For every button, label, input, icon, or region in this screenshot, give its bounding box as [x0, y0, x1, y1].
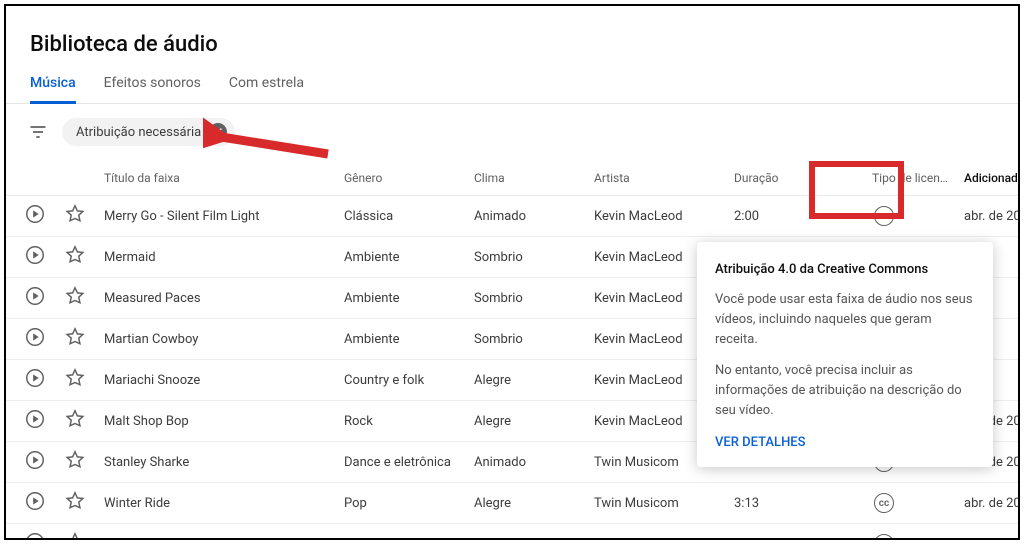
tooltip-details-link[interactable]: VER DETALHES	[715, 433, 975, 453]
tooltip-paragraph-2: No entanto, você precisa incluir as info…	[715, 361, 975, 421]
star-button[interactable]	[64, 408, 104, 434]
play-button[interactable]	[24, 326, 64, 352]
star-icon	[64, 449, 86, 471]
cell-mood: Alegre	[474, 414, 594, 429]
page-title: Biblioteca de áudio	[6, 6, 1018, 75]
cell-title: Merry Go - Silent Film Light	[104, 209, 344, 224]
col-mood[interactable]: Clima	[474, 171, 594, 185]
play-icon	[24, 408, 46, 430]
tabs-bar: Música Efeitos sonoros Com estrela	[6, 75, 1018, 104]
tab-starred[interactable]: Com estrela	[229, 75, 304, 103]
star-button[interactable]	[64, 490, 104, 516]
play-button[interactable]	[24, 490, 64, 516]
table-row: Night at the Dance HallPopAlegreTwin Mus…	[6, 524, 1018, 540]
star-icon	[64, 531, 86, 540]
play-icon	[24, 285, 46, 307]
cell-artist: Kevin MacLeod	[594, 209, 734, 224]
play-button[interactable]	[24, 408, 64, 434]
star-icon	[64, 490, 86, 512]
col-artist[interactable]: Artista	[594, 171, 734, 185]
cell-title: Martian Cowboy	[104, 332, 344, 347]
cell-genre: Ambiente	[344, 332, 474, 347]
cell-title: Stanley Sharke	[104, 455, 344, 470]
tooltip-paragraph-1: Você pode usar esta faixa de áudio nos s…	[715, 290, 975, 350]
star-icon	[64, 367, 86, 389]
cell-license[interactable]: cc	[854, 534, 964, 540]
cell-mood: Sombrio	[474, 250, 594, 265]
star-icon	[64, 326, 86, 348]
play-button[interactable]	[24, 244, 64, 270]
cell-genre: Ambiente	[344, 291, 474, 306]
cell-artist: Twin Musicom	[594, 496, 734, 511]
star-icon	[64, 408, 86, 430]
cell-genre: Rock	[344, 414, 474, 429]
cell-mood: Sombrio	[474, 332, 594, 347]
tooltip-title: Atribuição 4.0 da Creative Commons	[715, 260, 975, 280]
star-icon	[64, 244, 86, 266]
cell-duration: 2:50	[734, 537, 854, 541]
cell-genre: Clássica	[344, 209, 474, 224]
cell-genre: Dance e eletrônica	[344, 455, 474, 470]
cell-duration: 3:13	[734, 496, 854, 511]
play-icon	[24, 326, 46, 348]
tab-music[interactable]: Música	[30, 75, 76, 103]
cell-title: Mermaid	[104, 250, 344, 265]
cell-mood: Alegre	[474, 537, 594, 541]
star-button[interactable]	[64, 449, 104, 475]
col-added[interactable]: Adicionada	[964, 171, 1020, 185]
license-tooltip: Atribuição 4.0 da Creative Commons Você …	[697, 242, 993, 467]
cell-title: Night at the Dance Hall	[104, 537, 344, 541]
tab-sfx[interactable]: Efeitos sonoros	[104, 75, 201, 103]
cell-genre: Ambiente	[344, 250, 474, 265]
cell-title: Winter Ride	[104, 496, 344, 511]
cell-title: Malt Shop Bop	[104, 414, 344, 429]
star-button[interactable]	[64, 531, 104, 540]
filter-bar: Atribuição necessária	[6, 104, 1018, 160]
play-icon	[24, 244, 46, 266]
cell-mood: Animado	[474, 209, 594, 224]
star-icon	[64, 285, 86, 307]
play-button[interactable]	[24, 367, 64, 393]
cc-icon: cc	[874, 534, 894, 540]
cell-artist: Twin Musicom	[594, 537, 734, 541]
play-button[interactable]	[24, 285, 64, 311]
cc-icon: cc	[874, 493, 894, 513]
cell-mood: Sombrio	[474, 291, 594, 306]
cell-title: Measured Paces	[104, 291, 344, 306]
star-button[interactable]	[64, 285, 104, 311]
play-icon	[24, 367, 46, 389]
play-button[interactable]	[24, 449, 64, 475]
filter-icon[interactable]	[28, 122, 48, 142]
col-title[interactable]: Título da faixa	[104, 171, 344, 185]
cell-mood: Alegre	[474, 373, 594, 388]
col-added-label: Adicionada	[964, 171, 1020, 185]
cell-genre: Pop	[344, 496, 474, 511]
play-icon	[24, 449, 46, 471]
play-button[interactable]	[24, 531, 64, 540]
play-button[interactable]	[24, 203, 64, 229]
filter-chip-label: Atribuição necessária	[76, 125, 201, 140]
play-icon	[24, 203, 46, 225]
table-row: Winter RidePopAlegreTwin Musicom3:13 cc ab…	[6, 483, 1018, 524]
annotation-redbox	[809, 161, 904, 219]
cell-added: abr. de 2016	[964, 496, 1020, 511]
play-icon	[24, 490, 46, 512]
star-button[interactable]	[64, 326, 104, 352]
cell-mood: Alegre	[474, 496, 594, 511]
star-button[interactable]	[64, 203, 104, 229]
star-button[interactable]	[64, 244, 104, 270]
star-button[interactable]	[64, 367, 104, 393]
cell-title: Mariachi Snooze	[104, 373, 344, 388]
cell-added: abr. de 2016	[964, 209, 1020, 224]
cell-added: abr. de 2016	[964, 537, 1020, 541]
star-icon	[64, 203, 86, 225]
annotation-arrow-top	[203, 114, 333, 164]
cell-genre: Pop	[344, 537, 474, 541]
cell-license[interactable]: cc	[854, 493, 964, 513]
col-genre[interactable]: Gênero	[344, 171, 474, 185]
app-frame: Biblioteca de áudio Música Efeitos sonor…	[4, 4, 1020, 540]
cell-genre: Country e folk	[344, 373, 474, 388]
cell-mood: Animado	[474, 455, 594, 470]
play-icon	[24, 531, 46, 540]
